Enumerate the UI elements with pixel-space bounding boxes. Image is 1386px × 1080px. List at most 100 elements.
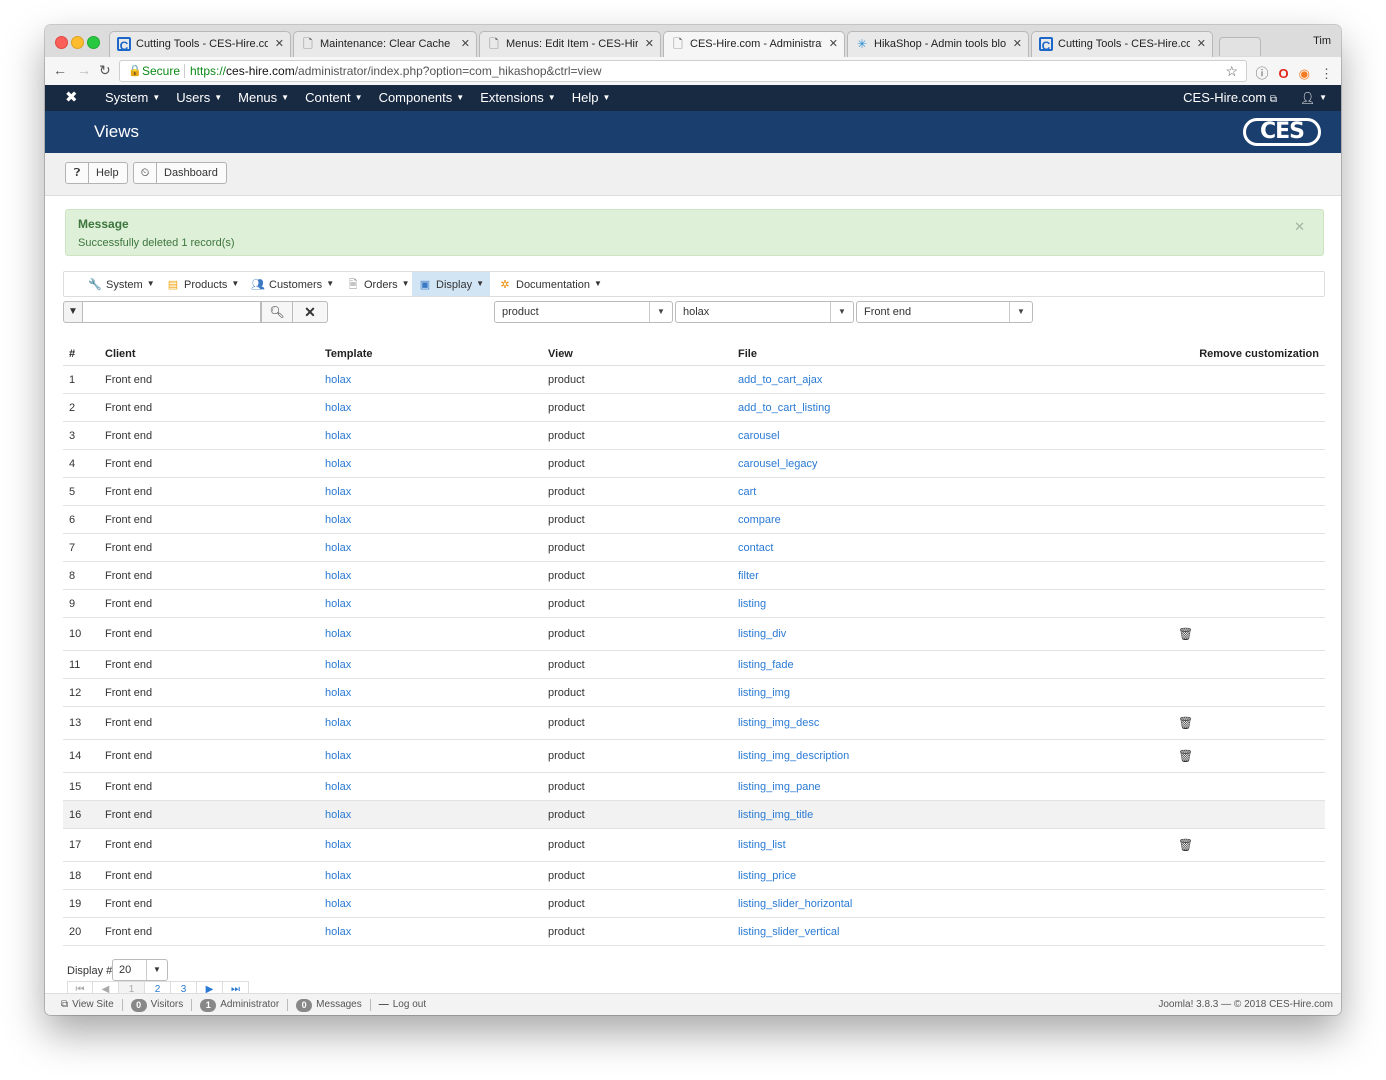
menu-users[interactable]: Users ▼ xyxy=(168,85,230,111)
column-header-file[interactable]: File xyxy=(738,343,1038,366)
file-link[interactable]: add_to_cart_listing xyxy=(738,402,830,414)
file-link[interactable]: listing_img_pane xyxy=(738,781,821,793)
browser-tab[interactable]: 🗋 Menus: Edit Item - CES-Hire.c ✕ xyxy=(479,31,661,57)
template-link[interactable]: holax xyxy=(325,809,351,821)
joomla-logo-icon[interactable]: ✖ xyxy=(65,89,78,107)
dashboard-button[interactable]: ⏲ Dashboard xyxy=(133,162,227,184)
template-link[interactable]: holax xyxy=(325,430,351,442)
template-link[interactable]: holax xyxy=(325,839,351,851)
column-header-template[interactable]: Template xyxy=(325,343,548,366)
file-link[interactable]: listing_list xyxy=(738,839,786,851)
bookmark-star-icon[interactable]: ☆ xyxy=(1225,61,1238,81)
close-icon[interactable]: ✕ xyxy=(645,32,654,57)
column-header-view[interactable]: View xyxy=(548,343,738,366)
clear-search-icon[interactable]: ✕ xyxy=(293,301,328,323)
template-link[interactable]: holax xyxy=(325,598,351,610)
messages-indicator[interactable]: 0 Messages xyxy=(288,998,371,1012)
file-link[interactable]: filter xyxy=(738,570,759,582)
file-link[interactable]: add_to_cart_ajax xyxy=(738,374,822,386)
reload-icon[interactable]: ↻ xyxy=(99,62,111,78)
browser-tab[interactable]: C Cutting Tools - CES-Hire.com ✕ xyxy=(1031,31,1213,57)
menu-content[interactable]: Content ▼ xyxy=(297,85,370,111)
template-link[interactable]: holax xyxy=(325,750,351,762)
template-link[interactable]: holax xyxy=(325,458,351,470)
submenu-orders[interactable]: 🗎 Orders ▼ xyxy=(340,272,416,296)
template-link[interactable]: holax xyxy=(325,717,351,729)
template-link[interactable]: holax xyxy=(325,542,351,554)
column-header-client[interactable]: Client xyxy=(105,343,325,366)
submenu-display[interactable]: ▣ Display ▼ xyxy=(412,272,490,296)
file-link[interactable]: carousel_legacy xyxy=(738,458,818,470)
close-icon[interactable]: ✕ xyxy=(275,32,284,57)
file-link[interactable]: contact xyxy=(738,542,773,554)
template-link[interactable]: holax xyxy=(325,486,351,498)
new-tab-button[interactable] xyxy=(1219,37,1261,56)
trash-icon[interactable]: 🗑︎ xyxy=(1178,716,1193,730)
file-link[interactable]: listing_img xyxy=(738,687,790,699)
template-link[interactable]: holax xyxy=(325,628,351,640)
close-icon[interactable]: ✕ xyxy=(461,32,470,57)
trash-icon[interactable]: 🗑︎ xyxy=(1178,627,1193,641)
submenu-products[interactable]: ▤ Products ▼ xyxy=(160,272,245,296)
menu-system[interactable]: System ▼ xyxy=(97,85,168,111)
view-site-link[interactable]: ⧉ View Site xyxy=(53,999,123,1011)
user-menu[interactable]: 👤︎ ▼ xyxy=(1300,85,1327,111)
browser-tab-active[interactable]: 🗋 CES-Hire.com - Administration ✕ xyxy=(663,31,845,57)
template-link[interactable]: holax xyxy=(325,926,351,938)
file-link[interactable]: listing xyxy=(738,598,766,610)
profile-name[interactable]: Tim xyxy=(1313,35,1331,47)
zoom-window-button[interactable] xyxy=(87,36,100,49)
info-extension-icon[interactable]: ⓘ xyxy=(1256,66,1269,81)
file-link[interactable]: listing_div xyxy=(738,628,786,640)
browser-tab[interactable]: C Cutting Tools - CES-Hire.com ✕ xyxy=(109,31,291,57)
template-link[interactable]: holax xyxy=(325,374,351,386)
file-link[interactable]: cart xyxy=(738,486,756,498)
template-link[interactable]: holax xyxy=(325,687,351,699)
filter-icon[interactable]: ▼ xyxy=(63,301,83,323)
view-select[interactable]: product ▼ xyxy=(494,301,673,323)
close-icon[interactable]: ✕ xyxy=(1197,32,1206,57)
column-header-num[interactable]: # xyxy=(63,343,105,366)
trash-icon[interactable]: 🗑︎ xyxy=(1178,838,1193,852)
help-button[interactable]: ❓︎ Help xyxy=(65,162,128,184)
template-link[interactable]: holax xyxy=(325,898,351,910)
forward-arrow-icon[interactable]: → xyxy=(77,62,91,78)
file-link[interactable]: listing_price xyxy=(738,870,796,882)
template-link[interactable]: holax xyxy=(325,870,351,882)
template-select[interactable]: holax ▼ xyxy=(675,301,854,323)
visitors-indicator[interactable]: 0 Visitors xyxy=(123,998,193,1012)
menu-help[interactable]: Help ▼ xyxy=(564,85,619,111)
opera-extension-icon[interactable]: O xyxy=(1279,66,1289,81)
file-link[interactable]: listing_img_description xyxy=(738,750,849,762)
menu-kebab-icon[interactable]: ⋮ xyxy=(1320,66,1333,81)
rss-extension-icon[interactable]: ◉ xyxy=(1299,66,1310,81)
template-link[interactable]: holax xyxy=(325,781,351,793)
file-link[interactable]: listing_slider_vertical xyxy=(738,926,840,938)
file-link[interactable]: listing_fade xyxy=(738,659,794,671)
file-link[interactable]: compare xyxy=(738,514,781,526)
file-link[interactable]: listing_slider_horizontal xyxy=(738,898,852,910)
close-icon[interactable]: ✕ xyxy=(1013,32,1022,57)
search-input[interactable] xyxy=(83,301,261,323)
menu-menus[interactable]: Menus ▼ xyxy=(230,85,297,111)
url-field[interactable]: 🔒 Secure https://ces-hire.com/administra… xyxy=(119,60,1247,82)
file-link[interactable]: carousel xyxy=(738,430,780,442)
template-link[interactable]: holax xyxy=(325,659,351,671)
trash-icon[interactable]: 🗑︎ xyxy=(1178,749,1193,763)
file-link[interactable]: listing_img_title xyxy=(738,809,813,821)
submenu-system[interactable]: 🔧 System ▼ xyxy=(82,272,161,296)
submenu-customers[interactable]: 👥︎ Customers ▼ xyxy=(245,272,340,296)
browser-tab[interactable]: ✳ HikaShop - Admin tools blocks ✕ xyxy=(847,31,1029,57)
back-arrow-icon[interactable]: ← xyxy=(53,62,67,78)
browser-tab[interactable]: 🗋 Maintenance: Clear Cache (Sit ✕ xyxy=(293,31,477,57)
template-link[interactable]: holax xyxy=(325,514,351,526)
site-link[interactable]: CES-Hire.com ⧉ xyxy=(1183,85,1277,113)
close-icon[interactable]: ✕ xyxy=(1294,219,1305,235)
minimize-window-button[interactable] xyxy=(71,36,84,49)
template-link[interactable]: holax xyxy=(325,402,351,414)
file-link[interactable]: listing_img_desc xyxy=(738,717,819,729)
search-icon[interactable]: 🔍︎ xyxy=(261,301,293,323)
submenu-documentation[interactable]: ✲ Documentation ▼ xyxy=(492,272,608,296)
menu-extensions[interactable]: Extensions ▼ xyxy=(472,85,564,111)
client-select[interactable]: Front end ▼ xyxy=(856,301,1033,323)
